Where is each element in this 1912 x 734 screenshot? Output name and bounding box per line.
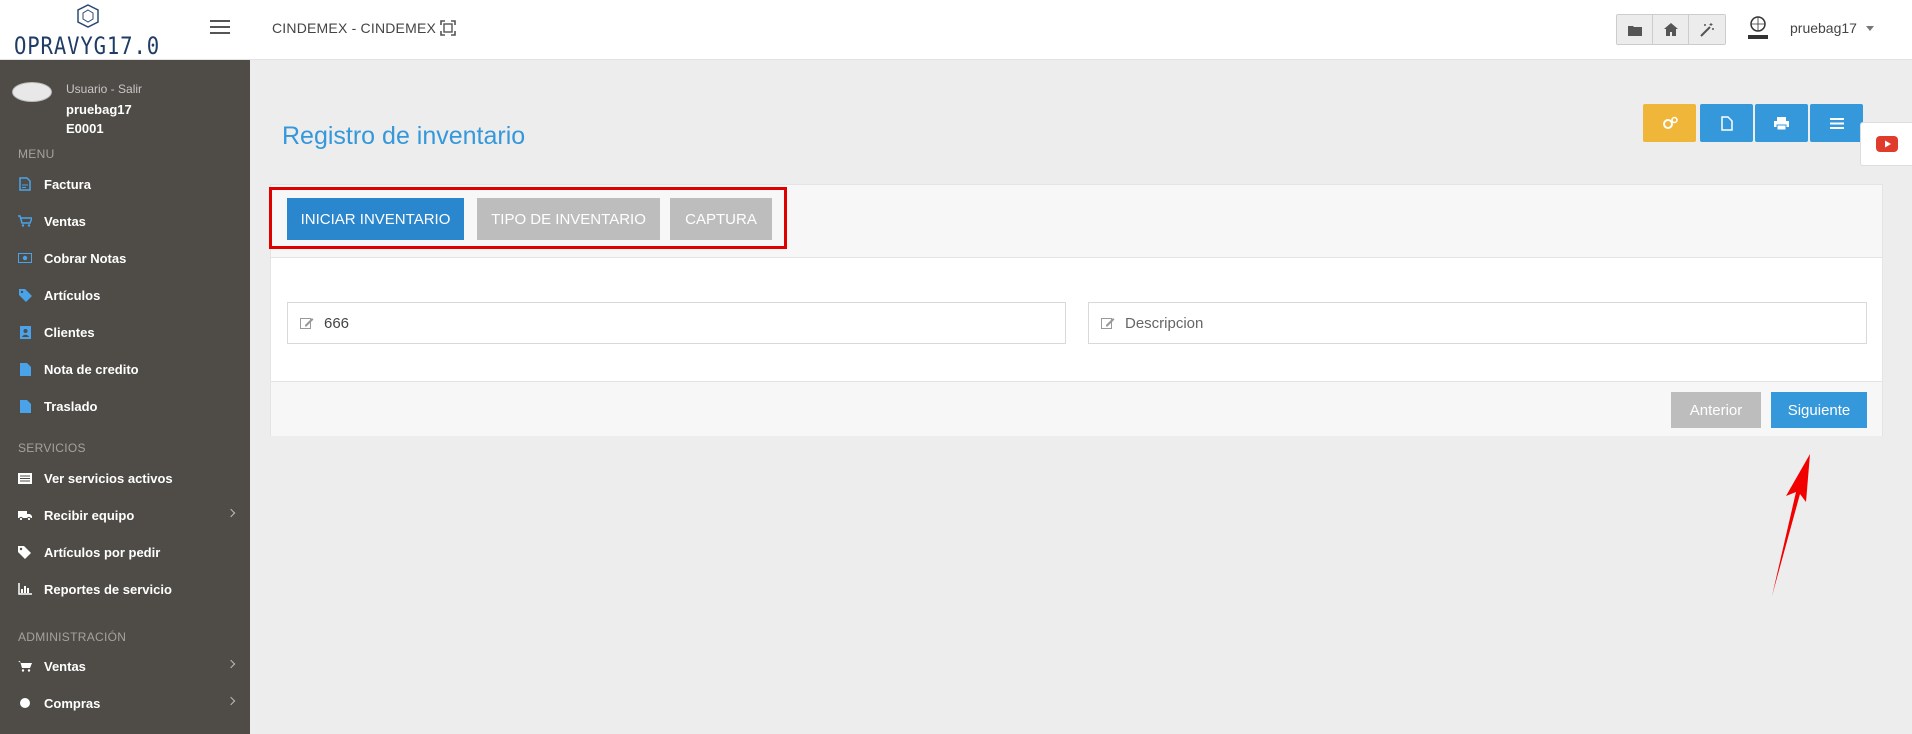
sidebar-item-recibir-equipo[interactable]: Recibir equipo — [0, 500, 250, 530]
next-button[interactable]: Siguiente — [1771, 392, 1867, 428]
sidebar-item-label: Artículos por pedir — [44, 544, 161, 560]
magic-wand-icon — [1700, 22, 1714, 37]
opravy-mini-logo — [1748, 16, 1768, 39]
fullscreen-icon[interactable] — [440, 20, 456, 36]
bar-chart-icon — [18, 582, 32, 596]
tab-tipo-inventario[interactable]: TIPO DE INVENTARIO — [477, 198, 660, 240]
menu-toggle-icon[interactable] — [210, 20, 230, 36]
home-icon — [1663, 23, 1678, 36]
sidebar-item-label: Traslado — [44, 398, 98, 414]
sidebar-item-articulos[interactable]: Artículos — [0, 280, 250, 310]
document-icon — [18, 399, 32, 413]
profile-username: pruebag17 — [66, 102, 132, 117]
wizard-panel: INICIAR INVENTARIO TIPO DE INVENTARIO CA… — [269, 184, 1883, 436]
previous-button[interactable]: Anterior — [1671, 392, 1761, 428]
sidebar-item-factura[interactable]: Factura — [0, 169, 250, 199]
sidebar-item-label: Factura — [44, 176, 91, 192]
sidebar-item-admin-ventas[interactable]: Ventas — [0, 651, 250, 681]
sidebar-item-admin-compras[interactable]: Compras — [0, 688, 250, 718]
top-bar: OPRAVYG17.0 CINDEMEX - CINDEMEX pruebag1… — [0, 0, 1912, 60]
chevron-right-icon — [226, 508, 236, 518]
wizard-tabs-bar: INICIAR INVENTARIO TIPO DE INVENTARIO CA… — [269, 185, 1882, 258]
profile-code: E0001 — [66, 121, 104, 136]
section-servicios: SERVICIOS — [18, 441, 86, 455]
sidebar-item-reportes-servicio[interactable]: Reportes de servicio — [0, 574, 250, 604]
quick-actions-group — [1616, 14, 1726, 45]
cogs-icon — [1662, 116, 1678, 129]
avatar — [12, 82, 52, 102]
sidebar-item-label: Clientes — [44, 324, 95, 340]
invoice-icon — [18, 177, 32, 191]
user-menu[interactable]: pruebag17 — [1790, 20, 1857, 36]
sidebar-item-label: Cobrar Notas — [44, 250, 127, 266]
tab-iniciar-inventario[interactable]: INICIAR INVENTARIO — [287, 198, 464, 240]
section-menu: MENU — [18, 147, 55, 161]
truck-icon — [18, 508, 32, 522]
print-button[interactable] — [1755, 104, 1808, 142]
chevron-right-icon — [226, 696, 236, 706]
cart-icon — [18, 659, 32, 673]
contacts-icon — [18, 325, 32, 339]
chevron-right-icon — [226, 659, 236, 669]
tab-captura[interactable]: CAPTURA — [670, 198, 772, 240]
section-administracion: ADMINISTRACIÓN — [18, 630, 127, 644]
sidebar-item-cobrar-notas[interactable]: Cobrar Notas — [0, 243, 250, 273]
magic-button[interactable] — [1689, 15, 1725, 44]
sidebar-item-label: Compras — [44, 695, 101, 711]
sidebar-item-clientes[interactable]: Clientes — [0, 317, 250, 347]
list-icon — [1829, 117, 1844, 129]
tags-icon — [18, 545, 32, 559]
code-field[interactable] — [287, 302, 1066, 344]
logo-text: OPRAVYG17.0 — [14, 32, 160, 58]
sidebar-item-nota-credito[interactable]: Nota de credito — [0, 354, 250, 384]
home-button[interactable] — [1653, 15, 1689, 44]
sidebar-item-ver-servicios[interactable]: Ver servicios activos — [0, 463, 250, 493]
page-title: Registro de inventario — [282, 122, 526, 150]
sidebar-item-label: Recibir equipo — [44, 507, 135, 523]
annotation-arrow — [1772, 454, 1810, 596]
youtube-tab[interactable] — [1860, 122, 1912, 166]
sidebar-item-articulos-pedir[interactable]: Artículos por pedir — [0, 537, 250, 567]
user-caret-icon[interactable] — [1866, 26, 1874, 31]
sidebar-item-label: Reportes de servicio — [44, 581, 172, 597]
sidebar-item-traslado[interactable]: Traslado — [0, 391, 250, 421]
sidebar-item-label: Ver servicios activos — [44, 470, 173, 486]
sidebar-item-label: Nota de credito — [44, 361, 139, 377]
file-icon — [1720, 115, 1733, 131]
sidebar-item-label: Ventas — [44, 658, 86, 674]
settings-button[interactable] — [1643, 104, 1696, 142]
description-input[interactable] — [1125, 314, 1814, 332]
logout-link[interactable]: Usuario - Salir — [66, 82, 142, 96]
opravy-logo[interactable]: OPRAVYG17.0 — [14, 2, 164, 58]
edit-icon — [1101, 318, 1115, 329]
sidebar-item-label: Artículos — [44, 287, 101, 303]
description-field[interactable] — [1088, 302, 1867, 344]
list-button[interactable] — [1810, 104, 1863, 142]
sidebar-item-label: Ventas — [44, 213, 86, 229]
cart-icon — [18, 214, 32, 228]
list-alt-icon — [18, 471, 32, 485]
print-icon — [1774, 116, 1789, 130]
wizard-footer: Anterior Siguiente — [271, 381, 1882, 436]
sidebar-item-ventas[interactable]: Ventas — [0, 206, 250, 236]
document-icon — [18, 362, 32, 376]
new-document-button[interactable] — [1700, 104, 1753, 142]
sidebar: Usuario - Salir pruebag17 E0001 MENU Fac… — [0, 60, 250, 734]
folder-icon — [1627, 25, 1642, 36]
tag-icon — [18, 288, 32, 302]
edit-icon — [300, 318, 314, 329]
youtube-icon — [1875, 136, 1898, 152]
folder-button[interactable] — [1617, 15, 1653, 44]
money-icon — [18, 251, 32, 265]
company-name: CINDEMEX - CINDEMEX — [272, 20, 437, 36]
circle-icon — [18, 696, 32, 710]
code-input[interactable] — [324, 314, 1013, 332]
